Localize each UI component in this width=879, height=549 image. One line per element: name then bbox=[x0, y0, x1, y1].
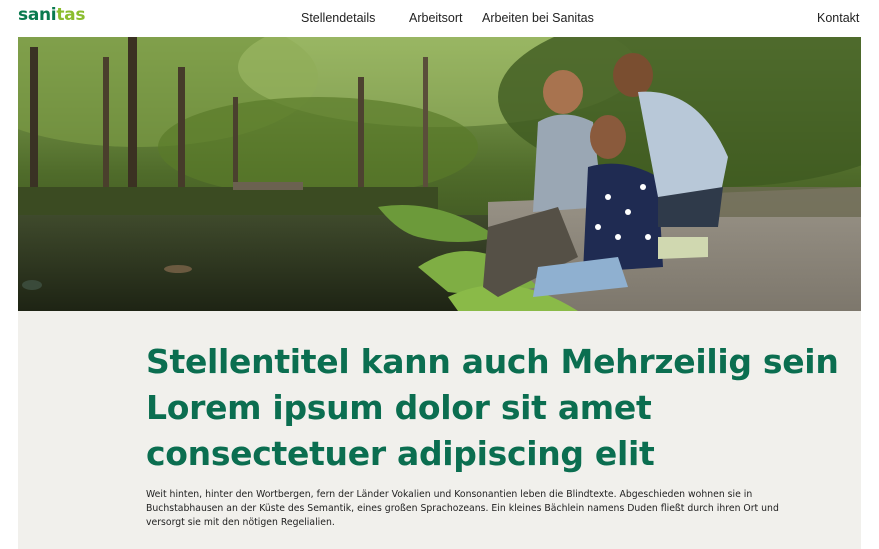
nav-link-stellendetails[interactable]: Stellendetails bbox=[301, 11, 375, 25]
nav-link-arbeitsort[interactable]: Arbeitsort bbox=[409, 11, 463, 25]
sanitas-logo[interactable]: sanitas bbox=[18, 5, 85, 25]
nav-link-kontakt[interactable]: Kontakt bbox=[817, 11, 859, 25]
job-intro-section: Stellentitel kann auch Mehrzeilig sein L… bbox=[18, 311, 861, 549]
job-description: Weit hinten, hinter den Wortbergen, fern… bbox=[146, 489, 779, 528]
job-title-line: Lorem ipsum dolor sit amet bbox=[146, 388, 652, 427]
top-navigation-bar: sanitas Stellendetails Arbeitsort Arbeit… bbox=[0, 0, 879, 36]
hero-image bbox=[18, 37, 861, 311]
job-title-line: Stellentitel kann auch Mehrzeilig sein bbox=[146, 342, 839, 381]
job-title-line: consectetuer adipiscing elit bbox=[146, 434, 655, 473]
hero-photo-illustration bbox=[18, 37, 861, 311]
logo-text-part1: sani bbox=[18, 5, 57, 25]
logo-text-part2: tas bbox=[56, 5, 86, 25]
job-title: Stellentitel kann auch Mehrzeilig sein L… bbox=[146, 339, 839, 477]
nav-link-arbeiten-bei-sanitas[interactable]: Arbeiten bei Sanitas bbox=[482, 11, 594, 25]
